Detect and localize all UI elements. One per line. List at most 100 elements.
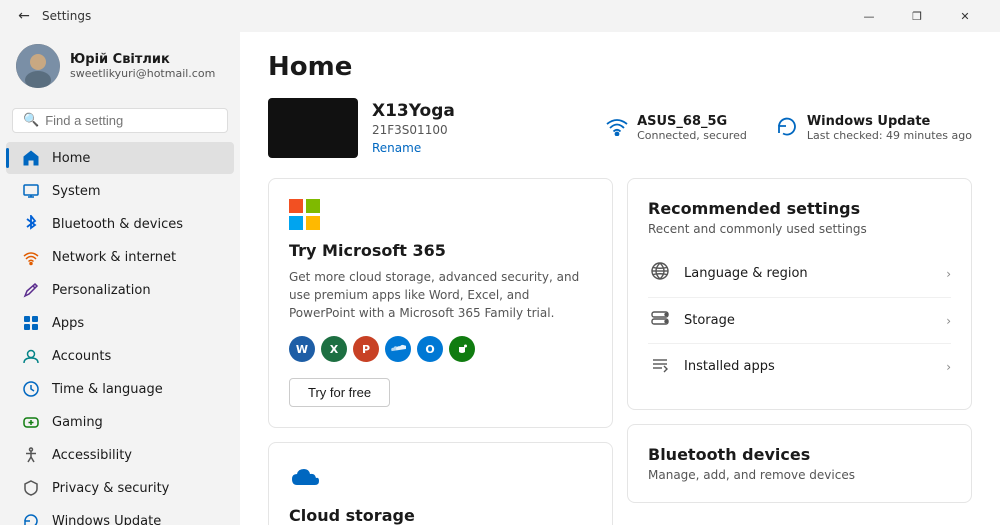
storage-icon bbox=[648, 309, 672, 332]
recommended-settings-card: Recommended settings Recent and commonly… bbox=[627, 178, 972, 410]
accounts-icon bbox=[22, 347, 40, 365]
network-icon bbox=[22, 248, 40, 266]
bluetooth-subtitle: Manage, add, and remove devices bbox=[648, 468, 951, 482]
search-icon: 🔍 bbox=[23, 113, 39, 128]
sidebar-item-label: System bbox=[52, 184, 100, 199]
rec-item-storage[interactable]: Storage › bbox=[648, 298, 951, 344]
recommended-subtitle: Recent and commonly used settings bbox=[648, 222, 951, 236]
cards-grid: Try Microsoft 365 Get more cloud storage… bbox=[268, 178, 972, 525]
try-free-button[interactable]: Try for free bbox=[289, 378, 390, 407]
sidebar-item-personalization[interactable]: Personalization bbox=[6, 274, 234, 306]
excel-icon: X bbox=[321, 336, 347, 362]
back-button[interactable]: ← bbox=[12, 4, 36, 28]
page-title: Home bbox=[268, 52, 972, 82]
sidebar-item-accounts[interactable]: Accounts bbox=[6, 340, 234, 372]
sidebar-item-label: Gaming bbox=[52, 415, 103, 430]
windows-update-icon bbox=[775, 114, 799, 143]
maximize-button[interactable]: ❐ bbox=[894, 0, 940, 32]
update-status: Windows Update Last checked: 49 minutes … bbox=[775, 114, 972, 143]
time-icon bbox=[22, 380, 40, 398]
sidebar-item-time[interactable]: Time & language bbox=[6, 373, 234, 405]
titlebar: ← Settings — ❐ ✕ bbox=[0, 0, 1000, 32]
installed-apps-icon bbox=[648, 355, 672, 378]
search-input[interactable] bbox=[45, 113, 221, 128]
sidebar-item-accessibility[interactable]: Accessibility bbox=[6, 439, 234, 471]
update-subtitle: Last checked: 49 minutes ago bbox=[807, 129, 972, 142]
ms-logo-blue bbox=[289, 216, 303, 230]
ms-logo-yellow bbox=[306, 216, 320, 230]
app-body: Юрій Світлик sweetlikyuri@hotmail.com 🔍 … bbox=[0, 32, 1000, 525]
sidebar-item-label: Windows Update bbox=[52, 514, 161, 525]
sidebar-item-label: Apps bbox=[52, 316, 84, 331]
chevron-right-icon: › bbox=[946, 360, 951, 374]
outlook-icon: O bbox=[417, 336, 443, 362]
titlebar-title: Settings bbox=[42, 9, 91, 23]
rec-item-installed-apps[interactable]: Installed apps › bbox=[648, 344, 951, 389]
device-bar: X13Yoga 21F3S01100 Rename ASUS_68_5G Con… bbox=[268, 98, 972, 158]
avatar bbox=[16, 44, 60, 88]
ms-logo-red bbox=[289, 199, 303, 213]
sidebar-item-system[interactable]: System bbox=[6, 175, 234, 207]
personalization-icon bbox=[22, 281, 40, 299]
sidebar-item-gaming[interactable]: Gaming bbox=[6, 406, 234, 438]
bluetooth-icon bbox=[22, 215, 40, 233]
titlebar-controls: — ❐ ✕ bbox=[846, 0, 988, 32]
storage-label: Storage bbox=[684, 313, 934, 328]
close-button[interactable]: ✕ bbox=[942, 0, 988, 32]
installed-apps-label: Installed apps bbox=[684, 359, 934, 374]
status-items: ASUS_68_5G Connected, secured Windows Up… bbox=[605, 114, 972, 143]
search-box[interactable]: 🔍 bbox=[12, 108, 228, 133]
device-name: X13Yoga bbox=[372, 101, 455, 121]
sidebar: Юрій Світлик sweetlikyuri@hotmail.com 🔍 … bbox=[0, 32, 240, 525]
ms365-card: Try Microsoft 365 Get more cloud storage… bbox=[268, 178, 613, 428]
device-model: 21F3S01100 bbox=[372, 123, 455, 137]
wifi-network-name: ASUS_68_5G bbox=[637, 114, 747, 129]
sidebar-item-update[interactable]: Windows Update bbox=[6, 505, 234, 525]
sidebar-item-label: Accounts bbox=[52, 349, 111, 364]
recommended-title: Recommended settings bbox=[648, 199, 951, 218]
rename-link[interactable]: Rename bbox=[372, 141, 421, 155]
powerpoint-icon: P bbox=[353, 336, 379, 362]
ms365-description: Get more cloud storage, advanced securit… bbox=[289, 268, 592, 322]
cloud-icon bbox=[289, 463, 592, 496]
sidebar-item-network[interactable]: Network & internet bbox=[6, 241, 234, 273]
teams-icon bbox=[449, 336, 475, 362]
sidebar-item-bluetooth[interactable]: Bluetooth & devices bbox=[6, 208, 234, 240]
main-content: Home X13Yoga 21F3S01100 Rename ASUS_68_5… bbox=[240, 32, 1000, 525]
privacy-icon bbox=[22, 479, 40, 497]
home-icon bbox=[22, 149, 40, 167]
ms-logo-green bbox=[306, 199, 320, 213]
rec-item-language[interactable]: Language & region › bbox=[648, 250, 951, 298]
sidebar-item-privacy[interactable]: Privacy & security bbox=[6, 472, 234, 504]
user-name: Юрій Світлик bbox=[70, 52, 215, 67]
sidebar-item-label: Home bbox=[52, 151, 90, 166]
bluetooth-devices-card: Bluetooth devices Manage, add, and remov… bbox=[627, 424, 972, 503]
sidebar-item-home[interactable]: Home bbox=[6, 142, 234, 174]
cloud-title: Cloud storage bbox=[289, 506, 592, 525]
ms-logo bbox=[289, 199, 321, 231]
update-icon bbox=[22, 512, 40, 525]
sidebar-nav: Home System Bluetooth & devices Network … bbox=[0, 141, 240, 525]
update-title: Windows Update bbox=[807, 114, 972, 129]
sidebar-item-apps[interactable]: Apps bbox=[6, 307, 234, 339]
sidebar-item-label: Bluetooth & devices bbox=[52, 217, 183, 232]
ms365-title: Try Microsoft 365 bbox=[289, 241, 592, 260]
app-icons: W X P O bbox=[289, 336, 592, 362]
wifi-status-text: Connected, secured bbox=[637, 129, 747, 142]
chevron-right-icon: › bbox=[946, 267, 951, 281]
sidebar-item-label: Personalization bbox=[52, 283, 151, 298]
wifi-icon bbox=[605, 116, 629, 141]
accessibility-icon bbox=[22, 446, 40, 464]
sidebar-item-label: Privacy & security bbox=[52, 481, 169, 496]
apps-icon bbox=[22, 314, 40, 332]
language-label: Language & region bbox=[684, 266, 934, 281]
gaming-icon bbox=[22, 413, 40, 431]
onedrive-icon bbox=[385, 336, 411, 362]
sidebar-item-label: Accessibility bbox=[52, 448, 132, 463]
user-profile[interactable]: Юрій Світлик sweetlikyuri@hotmail.com bbox=[0, 32, 240, 100]
sidebar-item-label: Time & language bbox=[52, 382, 163, 397]
user-email: sweetlikyuri@hotmail.com bbox=[70, 67, 215, 80]
chevron-right-icon: › bbox=[946, 314, 951, 328]
minimize-button[interactable]: — bbox=[846, 0, 892, 32]
language-icon bbox=[648, 261, 672, 286]
